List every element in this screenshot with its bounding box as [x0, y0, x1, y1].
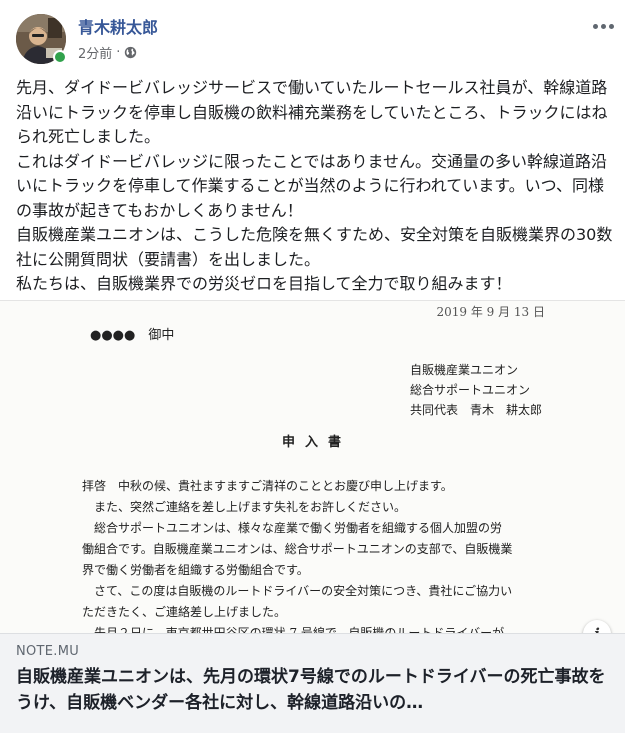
avatar-container[interactable] [16, 14, 67, 64]
document-date: 2019 年 9 月 13 日 [436, 305, 545, 319]
document-body-line: ただきたく、ご連絡差し上げました。 [82, 605, 287, 619]
document-sender-line: 共同代表 青木 耕太郎 [410, 403, 543, 417]
more-options-icon[interactable] [589, 14, 617, 38]
document-body-line: 拝啓 中秋の候、貴社ますますご清祥のこととお慶び申し上げます。 [82, 479, 453, 493]
link-title[interactable]: 自販機産業ユニオンは、先月の環状7号線でのルートドライバーの死亡事故をうけ、自販… [16, 664, 611, 716]
online-status-dot [53, 50, 67, 64]
globe-icon[interactable] [124, 46, 137, 59]
document-body-line: 界で働く労働者を組織する労働組合です。 [82, 563, 309, 577]
meta-separator: · [116, 45, 121, 60]
document-sender-line: 自販機産業ユニオン [410, 363, 519, 377]
post-paragraph: 先月、ダイドービバレッジサービスで働いていたルートセールス社員が、幹線道路沿いに… [16, 78, 608, 146]
post-meta: 2分前 · [78, 43, 137, 62]
post-body: 先月、ダイドービバレッジサービスで働いていたルートセールス社員が、幹線道路沿いに… [16, 76, 616, 297]
document-body-line: 働組合です。自販機産業ユニオンは、総合サポートユニオンの支部で、自販機業 [82, 542, 513, 556]
post-paragraph: これはダイドービバレッジに限ったことではありません。交通量の多い幹線道路沿いにト… [16, 151, 608, 220]
document-body-line: 先月２日に、東京都世田谷区の環状 7 号線で、自販機のルートドライバーが [82, 626, 505, 633]
more-dot [600, 23, 606, 29]
more-dot [608, 23, 614, 29]
author-name[interactable]: 青木耕太郎 [78, 14, 158, 38]
document-body-line: さて、この度は自販機のルートドライバーの安全対策につき、貴社にご協力い [82, 584, 513, 598]
document-title: 申入書 [282, 435, 352, 450]
document-body: 拝啓 中秋の候、貴社ますますご清祥のこととお慶び申し上げます。 また、突然ご連絡… [82, 476, 562, 633]
document-sender-line: 総合サポートユニオン [410, 383, 531, 397]
post-timestamp[interactable]: 2分前 [78, 43, 112, 62]
more-dot [592, 23, 598, 29]
post-paragraph: 自販機産業ユニオンは、こうした危険を無くすため、安全対策を自販機業界の30数社に… [16, 225, 613, 269]
document-addressee: ●●●● 御中 [90, 328, 175, 343]
post-header: 青木耕太郎 2分前 · [0, 0, 625, 70]
link-preview[interactable]: NOTE.MU 自販機産業ユニオンは、先月の環状7号線でのルートドライバーの死亡… [0, 633, 625, 733]
document-body-line: また、突然ご連絡を差し上げます失礼をお許しください。 [82, 500, 407, 514]
link-domain: NOTE.MU [16, 644, 80, 659]
post-paragraph: 私たちは、自販機業界での労災ゼロを目指して全力で取り組みます！ [16, 274, 512, 293]
document-image[interactable]: 2019 年 9 月 13 日 ●●●● 御中 自販機産業ユニオン 総合サポート… [0, 300, 625, 633]
document-body-line: 総合サポートユニオンは、様々な産業で働く労働者を組織する個人加盟の労 [82, 521, 503, 535]
